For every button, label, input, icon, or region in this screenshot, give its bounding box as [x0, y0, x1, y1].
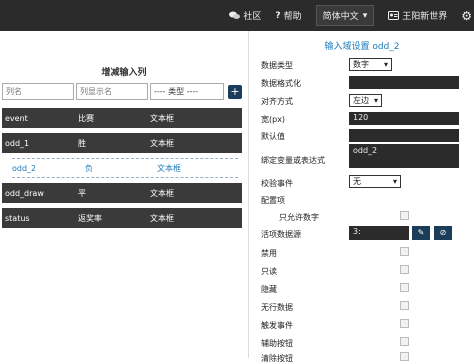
table-row[interactable]: status 返奖率 文本框: [2, 208, 242, 228]
row-name: status: [5, 213, 30, 223]
align-label: 对齐方式: [261, 97, 293, 106]
add-column-row: ---- 类型 ----: [2, 83, 224, 100]
bind-expression-textarea[interactable]: odd_2: [349, 144, 459, 168]
option-label: 隐藏: [261, 285, 277, 294]
user-card-icon: [388, 11, 400, 20]
row-name: event: [5, 113, 28, 123]
width-label: 宽(px): [261, 115, 286, 124]
option-label: 清除按钮: [261, 354, 293, 363]
caret-down-icon: ▾: [383, 60, 388, 69]
align-value: 左边: [353, 96, 369, 105]
only-numbers-checkbox[interactable]: [400, 211, 409, 220]
field-settings-panel: 输入域设置 odd_2 数据类型 数字 ▾ 数据格式化 对齐方式 左边 ▾ 宽(…: [248, 31, 474, 363]
row-type: 文本框: [150, 113, 174, 123]
language-select[interactable]: 简体中文 ▾: [315, 5, 375, 26]
table-row[interactable]: event 比赛 文本框: [2, 108, 242, 128]
community-label: 社区: [243, 12, 262, 22]
trigger-event-checkbox[interactable]: [400, 319, 409, 328]
datasource-input[interactable]: 3:: [349, 226, 409, 240]
caret-down-icon: ▾: [362, 10, 368, 21]
clear-datasource-button[interactable]: ⊘: [434, 226, 452, 240]
caret-down-icon: ▾: [392, 177, 397, 186]
data-type-select[interactable]: 数字 ▾: [349, 58, 392, 71]
columns-title: 增减输入列: [101, 68, 147, 78]
assist-button-checkbox[interactable]: [400, 337, 409, 346]
row-display: 比赛: [78, 113, 94, 123]
question-icon: ?: [275, 10, 281, 21]
config-label: 配置项: [261, 196, 285, 205]
help-link[interactable]: ? 帮助: [275, 9, 302, 23]
row-display: 负: [85, 163, 93, 173]
data-type-value: 数字: [353, 60, 369, 69]
row-type: 文本框: [150, 213, 174, 223]
gear-icon: ⚙: [461, 8, 472, 23]
option-label: 活项数据源: [261, 230, 301, 239]
verify-label: 校验事件: [261, 179, 293, 188]
option-label: 只读: [261, 267, 277, 276]
default-input[interactable]: [349, 129, 459, 142]
edit-datasource-button[interactable]: ✎: [412, 226, 430, 240]
data-format-label: 数据格式化: [261, 79, 301, 88]
width-input[interactable]: 120: [349, 112, 459, 125]
bind-label: 绑定变量或表达式: [261, 156, 325, 165]
column-type-select[interactable]: ---- 类型 ----: [150, 83, 224, 100]
row-type: 文本框: [157, 163, 181, 173]
column-type-value: ---- 类型 ----: [154, 87, 199, 96]
option-label: 触发事件: [261, 321, 293, 330]
row-type: 文本框: [150, 138, 174, 148]
verify-select[interactable]: 无 ▾: [349, 175, 401, 188]
add-column-button[interactable]: +: [228, 85, 242, 99]
option-label: 禁用: [261, 249, 277, 258]
default-label: 默认值: [261, 132, 285, 141]
row-display: 平: [78, 188, 86, 198]
option-label: 无行数据: [261, 303, 293, 312]
user-name: 王阳新世界: [402, 12, 448, 22]
option-label: 只允许数字: [279, 213, 319, 222]
row-name: odd_draw: [5, 188, 44, 198]
user-menu[interactable]: 王阳新世界: [388, 9, 447, 22]
settings-button[interactable]: ⚙: [461, 9, 472, 23]
top-bar: 社区 ? 帮助 简体中文 ▾ 王阳新世界 ⚙: [0, 0, 474, 31]
hidden-checkbox[interactable]: [400, 283, 409, 292]
caret-down-icon: ▾: [373, 96, 378, 105]
verify-value: 无: [353, 177, 361, 186]
align-select[interactable]: 左边 ▾: [349, 94, 382, 107]
data-format-input[interactable]: [349, 76, 459, 89]
field-settings-title: 输入域设置 odd_2: [324, 42, 400, 52]
chat-icon: [229, 11, 241, 19]
readonly-checkbox[interactable]: [400, 265, 409, 274]
option-label: 辅助按钮: [261, 339, 293, 348]
community-link[interactable]: 社区: [229, 9, 261, 22]
disabled-checkbox[interactable]: [400, 247, 409, 256]
row-name: odd_2: [12, 163, 37, 173]
data-type-label: 数据类型: [261, 61, 293, 70]
row-name: odd_1: [5, 138, 30, 148]
clear-button-checkbox[interactable]: [400, 352, 409, 361]
column-name-input[interactable]: [2, 83, 74, 100]
pencil-icon: ✎: [417, 228, 425, 237]
row-display: 返奖率: [78, 213, 102, 223]
row-display: 胜: [78, 138, 86, 148]
table-row-selected[interactable]: odd_2 负 文本框: [12, 158, 238, 178]
table-row[interactable]: odd_draw 平 文本框: [2, 183, 242, 203]
ban-icon: ⊘: [439, 228, 447, 237]
table-row[interactable]: odd_1 胜 文本框: [2, 133, 242, 153]
help-label: 帮助: [283, 12, 302, 22]
no-row-data-checkbox[interactable]: [400, 301, 409, 310]
column-display-input[interactable]: [76, 83, 148, 100]
row-type: 文本框: [150, 188, 174, 198]
language-label: 简体中文: [322, 12, 359, 22]
